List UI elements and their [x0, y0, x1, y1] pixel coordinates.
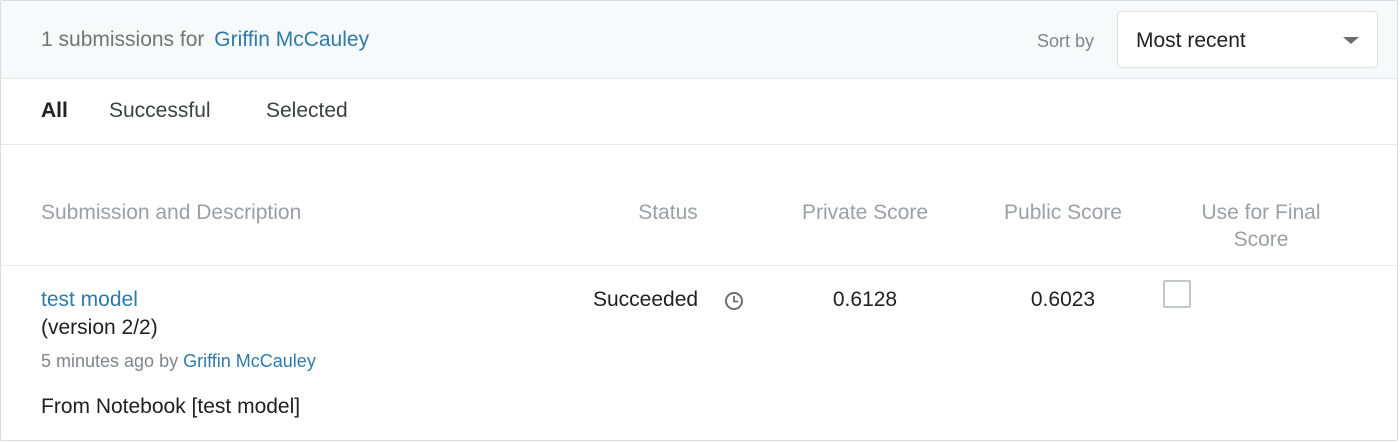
column-header-use-for-final: Use for Final Score	[1171, 199, 1351, 253]
column-header-private-score: Private Score	[801, 201, 929, 224]
submission-meta: 5 minutes ago by Griffin McCauley	[41, 351, 316, 372]
private-score-value: 0.6128	[832, 288, 898, 311]
column-header-public-score: Public Score	[1004, 201, 1122, 224]
sort-select[interactable]: Most recent	[1117, 11, 1378, 68]
submissions-panel: 1 submissions for Griffin McCauley Sort …	[0, 0, 1398, 441]
tab-selected[interactable]: Selected	[266, 99, 348, 123]
submission-status: Succeeded	[593, 288, 699, 311]
submission-time: 5 minutes ago by	[41, 351, 179, 371]
tab-successful[interactable]: Successful	[109, 99, 211, 123]
public-score-value: 0.6023	[1030, 288, 1096, 311]
user-link[interactable]: Griffin McCauley	[214, 28, 369, 51]
submission-title-link[interactable]: test model	[41, 288, 138, 312]
header-divider	[1, 265, 1397, 266]
column-header-use-for-final-line2: Score	[1233, 228, 1289, 251]
submission-description: From Notebook [test model]	[41, 395, 301, 418]
submission-author-link[interactable]: Griffin McCauley	[183, 351, 316, 371]
sort-by-label: Sort by	[1037, 31, 1095, 51]
sort-selected-value: Most recent	[1136, 29, 1246, 52]
use-for-final-checkbox[interactable]	[1163, 280, 1191, 308]
filter-tabs: All Successful Selected	[1, 80, 1397, 145]
clock-icon	[725, 292, 743, 310]
tab-all[interactable]: All	[41, 99, 68, 123]
column-header-submission: Submission and Description	[41, 201, 302, 224]
submission-version: (version 2/2)	[41, 316, 158, 339]
column-header-status: Status	[638, 201, 698, 224]
column-header-use-for-final-line1: Use for Final	[1201, 201, 1321, 224]
submission-count-text: 1 submissions for	[41, 28, 205, 51]
submissions-header: 1 submissions for Griffin McCauley Sort …	[1, 1, 1397, 79]
chevron-down-icon	[1343, 37, 1359, 44]
submission-count: 1 submissions for Griffin McCauley	[41, 28, 369, 52]
